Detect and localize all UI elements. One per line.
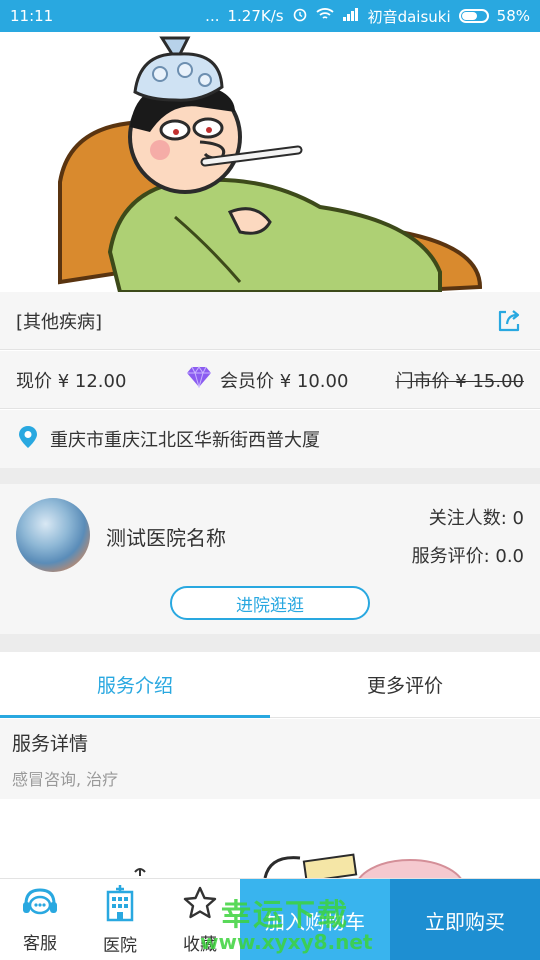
address-text: 重庆市重庆江北区华新街西普大厦 [50,430,320,451]
share-icon[interactable] [494,306,524,336]
member-price-group: 会员价 ¥ 10.00 [186,366,348,393]
hospital-label: 医院 [103,936,137,956]
add-to-cart-button[interactable]: 加入购物车 [240,879,390,960]
member-price: 会员价 ¥ 10.00 [220,370,349,392]
hospital-name: 测试医院名称 [106,526,226,550]
hospital-avatar[interactable] [16,498,90,572]
hospital-building-icon [101,884,139,927]
tab-more-reviews[interactable]: 更多评价 [270,652,540,717]
detail-tabs: 服务介绍 更多评价 [0,652,540,718]
hospital-card: 测试医院名称 关注人数: 0 服务评价: 0.0 进院逛逛 [0,484,540,634]
headset-icon [21,886,59,925]
detail-content-image [0,800,540,878]
tab-service-intro[interactable]: 服务介绍 [0,652,270,718]
star-icon [182,885,218,926]
status-bar: 11:11 ... 1.27K/s 初音daisuki 58% [0,0,540,32]
buy-now-button[interactable]: 立即购买 [390,879,540,960]
product-title: [其他疾病] [16,311,103,333]
market-price: 门市价 ¥ 15.00 [395,370,524,392]
product-title-row: [其他疾病] [0,292,540,350]
address-row[interactable]: 重庆市重庆江北区华新街西普大厦 [0,410,540,468]
carrier-name: 初音daisuki [367,7,451,26]
status-time: 11:11 [10,7,54,25]
section-divider [0,634,540,652]
price-row: 现价 ¥ 12.00 会员价 ¥ 10.00 门市价 ¥ 15.00 [0,351,540,409]
status-dots: ... [205,7,220,25]
diamond-icon [186,366,212,393]
network-speed: 1.27K/s [227,7,284,25]
follower-count: 关注人数: 0 [428,508,524,529]
cartoon-illustration [134,853,462,878]
favorite-label: 收藏 [183,935,217,955]
battery-level: 58% [496,7,530,25]
favorite-button[interactable]: 收藏 [160,879,240,960]
location-pin-icon [18,425,38,454]
current-price: 现价 ¥ 12.00 [16,370,127,392]
section-divider [0,468,540,484]
service-detail: 服务详情 感冒咨询, 治疗 [0,719,540,799]
status-right: ... 1.27K/s 初音daisuki 58% [205,6,530,27]
wifi-icon [315,7,334,25]
battery-icon [458,9,489,23]
banner-image[interactable] [0,32,540,292]
customer-service-button[interactable]: 客服 [0,879,80,960]
bottom-action-bar: 客服 医院 收藏 加入购物车 立即购买 [0,878,540,960]
service-detail-title: 服务详情 [12,733,89,755]
customer-service-label: 客服 [23,934,57,954]
sick-cartoon-illustration [0,32,540,292]
alarm-icon [292,6,308,26]
service-rating: 服务评价: 0.0 [411,546,524,567]
signal-icon [342,7,360,25]
service-detail-text: 感冒咨询, 治疗 [12,770,119,789]
hospital-button[interactable]: 医院 [80,879,160,960]
enter-hospital-button[interactable]: 进院逛逛 [170,586,370,620]
